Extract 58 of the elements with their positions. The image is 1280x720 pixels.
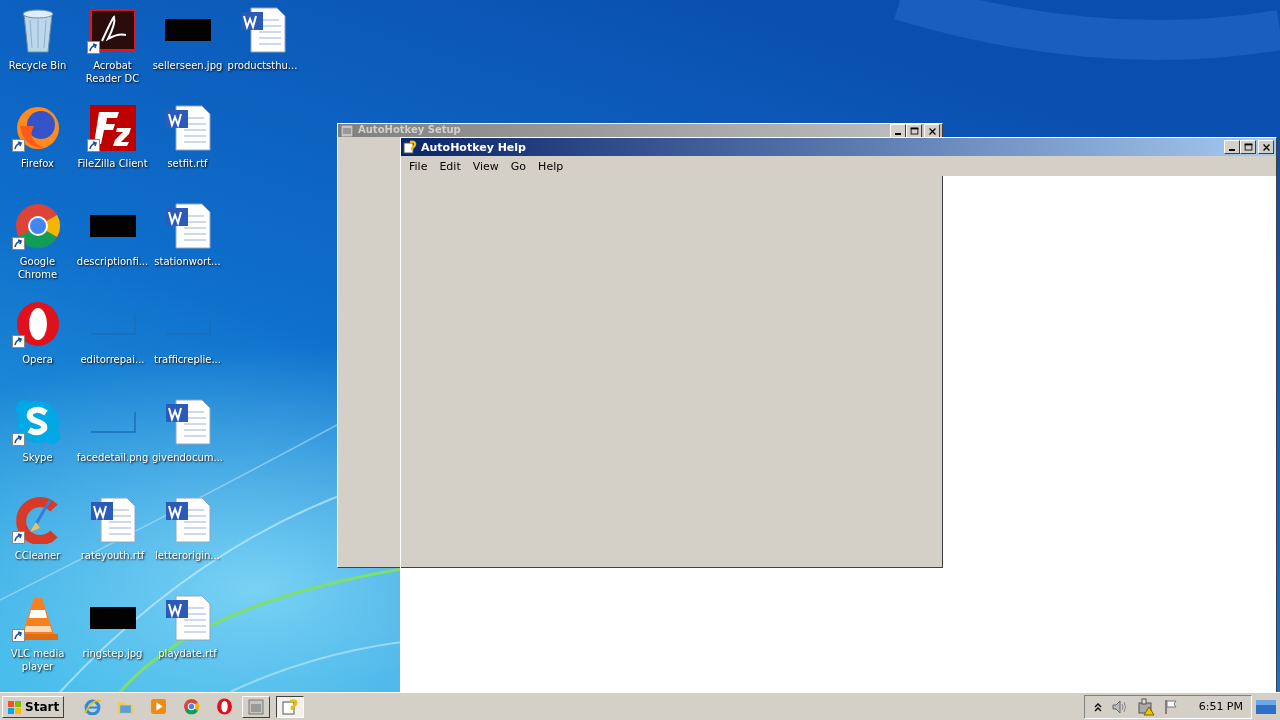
- maximize-button[interactable]: [906, 124, 922, 137]
- word-document-icon: [163, 202, 212, 250]
- desktop-icon[interactable]: facedetail.png: [75, 396, 150, 494]
- window-title: AutoHotkey Help: [421, 140, 527, 154]
- clock: 6:51 PM: [1198, 700, 1243, 713]
- desktop-icon[interactable]: Acrobat Reader DC: [75, 4, 150, 102]
- taskbar-button[interactable]: [276, 695, 305, 718]
- word-document-icon: [163, 594, 212, 642]
- start-button[interactable]: Start: [2, 695, 65, 718]
- skype-icon: [13, 398, 62, 446]
- menu-item[interactable]: File: [403, 159, 434, 173]
- close-button[interactable]: [1258, 140, 1274, 154]
- minimize-icon: [1229, 149, 1235, 151]
- desktop-icon[interactable]: setfit.rtf: [150, 102, 225, 200]
- maximize-button[interactable]: [1240, 140, 1256, 154]
- minimize-icon: [895, 133, 901, 135]
- desktop-icon[interactable]: FileZilla Client: [75, 102, 150, 200]
- acrobat-icon: [89, 9, 136, 51]
- word-document-icon: [88, 496, 137, 544]
- desktop-icon[interactable]: Google Chrome: [0, 200, 75, 298]
- maximize-icon: [1242, 141, 1254, 153]
- word-document-icon: [163, 104, 212, 152]
- desktop-icon[interactable]: Recycle Bin: [0, 4, 75, 102]
- flag-icon: [1162, 698, 1179, 715]
- desktop-icon[interactable]: editorrepai...: [75, 298, 150, 396]
- image-thumbnail-icon: [164, 19, 211, 41]
- help-icon: [403, 140, 417, 154]
- minimize-button[interactable]: [890, 124, 906, 137]
- image-thumbnail-icon: [89, 215, 136, 237]
- filezilla-icon: [88, 104, 137, 152]
- menu-item[interactable]: Edit: [433, 159, 467, 173]
- desktop-icon[interactable]: Opera: [0, 298, 75, 396]
- menu-item[interactable]: Go: [504, 159, 533, 173]
- minimize-button[interactable]: [1224, 140, 1240, 154]
- desktop-icon[interactable]: Skype: [0, 396, 75, 494]
- menu-item[interactable]: View: [466, 159, 505, 173]
- desktop-icon[interactable]: sellerseen.jpg: [150, 4, 225, 102]
- desktop-icon[interactable]: descriptionfi...: [75, 200, 150, 298]
- word-document-icon: [238, 6, 287, 54]
- desktop-icon[interactable]: productsthu...: [225, 4, 300, 102]
- image-thumbnail-icon: [89, 607, 136, 629]
- chrome-icon: [13, 202, 62, 250]
- desktop-icon[interactable]: trafficreplie...: [150, 298, 225, 396]
- windows-logo-icon: [7, 698, 23, 715]
- desktop-icon[interactable]: stationwort...: [150, 200, 225, 298]
- image-thumbnail-icon: [89, 411, 136, 433]
- speaker-icon: [1110, 698, 1129, 715]
- show-desktop-button[interactable]: [1256, 699, 1276, 714]
- image-thumbnail-icon: [89, 313, 136, 335]
- maximize-icon: [908, 125, 920, 137]
- word-document-icon: [163, 398, 212, 446]
- word-document-icon: [163, 496, 212, 544]
- menu-item[interactable]: Help: [532, 159, 570, 173]
- desktop-icon[interactable]: givendocum...: [150, 396, 225, 494]
- close-button[interactable]: [924, 124, 940, 137]
- network-warning-icon: [1136, 697, 1155, 716]
- desktop-icon[interactable]: Firefox: [0, 102, 75, 200]
- window-title: AutoHotkey Setup: [358, 124, 462, 136]
